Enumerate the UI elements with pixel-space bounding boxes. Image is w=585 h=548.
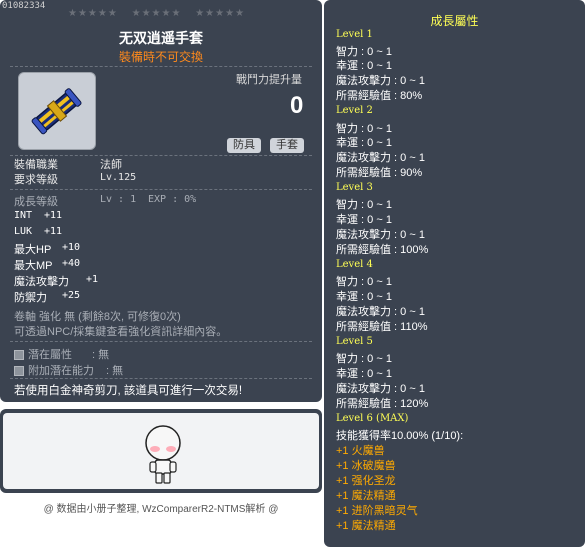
growth-level-heading: Level 4: [336, 259, 373, 270]
growth-stat-line: 所需經驗值 : 110%: [336, 321, 428, 333]
potential-value: : 無: [92, 349, 110, 361]
growth-stat-line: 魔法攻擊力 : 0 ~ 1: [336, 75, 425, 87]
item-title: 无双逍遥手套: [119, 30, 203, 46]
scroll-info: 卷軸 強化 無 (剩餘8次, 可修復0次): [14, 311, 181, 323]
growth-stat-line: 魔法攻擊力 : 0 ~ 1: [336, 152, 425, 164]
stat-name: INT: [14, 210, 33, 221]
stat-value: +11: [44, 226, 63, 237]
growth-stat-line: 所需經驗值 : 120%: [336, 398, 429, 410]
stat-name: 防禦力: [14, 292, 47, 304]
skill-bonus-line: +1 进阶黑暗灵气: [336, 505, 418, 517]
trade-warning: 裝備時不可交換: [118, 50, 203, 64]
job-label: 裝備職業: [14, 159, 58, 171]
divider: [10, 189, 312, 190]
potential-label: 潛在屬性: [28, 349, 72, 361]
stat-value: +25: [62, 290, 81, 301]
stat-name: 魔法攻擊力: [14, 276, 69, 288]
growth-stat-line: 智力 : 0 ~ 1: [336, 276, 392, 288]
divider: [10, 66, 312, 67]
skill-bonus-line: +1 魔法精通: [336, 490, 396, 502]
skill-bonus-line: +1 魔法精通: [336, 520, 396, 532]
growth-stat-line: 幸運 : 0 ~ 1: [336, 137, 392, 149]
growth-exp: EXP : 0%: [148, 194, 197, 205]
stat-name: 最大MP: [14, 260, 53, 272]
star-group: ★★★★★: [195, 8, 246, 19]
potential-row: 潛在屬性: [14, 346, 72, 362]
stat-value: +40: [62, 258, 81, 269]
skill-bonus-line: +1 火魔兽: [336, 445, 385, 457]
checkbox-icon: [14, 366, 24, 377]
star-group: ★★★★★: [68, 8, 118, 19]
power-label: 戰鬥力提升量: [236, 74, 302, 86]
glove-icon: [31, 88, 82, 135]
star-group: ★★★★★: [131, 8, 182, 19]
type-tag: 手套: [270, 138, 304, 153]
growth-stat-line: 智力 : 0 ~ 1: [336, 199, 392, 211]
skill-bonus-line: +1 冰破魔兽: [336, 460, 396, 472]
avatar-preview-panel: [0, 409, 322, 493]
bonus-potential-label: 附加潛在能力: [28, 365, 94, 377]
growth-stat-line: 所需經驗值 : 80%: [336, 90, 423, 102]
growth-stat-line: 魔法攻擊力 : 0 ~ 1: [336, 229, 425, 241]
trade-note: 若使用白金神奇剪刀, 該道具可進行一次交易!: [14, 385, 243, 397]
growth-attributes-panel: 成長屬性 Level 1 智力 : 0 ~ 1 幸運 : 0 ~ 1 魔法攻擊力…: [324, 0, 585, 547]
avatar-preview-area: [3, 413, 319, 489]
checkbox-icon: [14, 350, 24, 361]
category-tag: 防具: [227, 138, 261, 153]
data-credit: @ 数据由小册子整理, WzComparerR2-NTMS解析 @: [43, 504, 279, 515]
scroll-hint: 可透過NPC/採集鍵查看強化資訊詳細內容。: [14, 326, 228, 338]
stat-value: +1: [86, 274, 99, 285]
stat-name: 最大HP: [14, 244, 52, 256]
growth-level: Lv : 1: [100, 194, 137, 205]
growth-stat-line: 魔法攻擊力 : 0 ~ 1: [336, 383, 425, 395]
power-value: 0: [290, 92, 304, 119]
growth-max-heading: Level 6 (MAX): [336, 413, 409, 424]
bonus-potential-value: : 無: [106, 365, 124, 377]
req-level-value: Lv.125: [100, 172, 137, 183]
job-value: 法師: [100, 159, 122, 171]
item-id: 01082334: [2, 1, 46, 11]
growth-panel-title: 成長屬性: [430, 14, 479, 28]
growth-stat-line: 所需經驗值 : 90%: [336, 167, 423, 179]
growth-level-heading: Level 1: [336, 29, 373, 40]
stat-name: LUK: [14, 226, 33, 237]
growth-stat-line: 智力 : 0 ~ 1: [336, 353, 392, 365]
growth-stat-line: 幸運 : 0 ~ 1: [336, 214, 392, 226]
growth-stat-line: 幸運 : 0 ~ 1: [336, 368, 392, 380]
growth-level-heading: Level 2: [336, 105, 373, 116]
growth-stat-line: 魔法攻擊力 : 0 ~ 1: [336, 306, 425, 318]
req-level-label: 要求等級: [14, 174, 58, 186]
stat-value: +10: [62, 242, 81, 253]
growth-stat-line: 幸運 : 0 ~ 1: [336, 60, 392, 72]
divider: [10, 378, 312, 379]
item-tooltip-panel: ★★★★★ ★★★★★ ★★★★★ 无双逍遥手套 裝備時不可交換 戰鬥力提升量 …: [0, 0, 322, 402]
growth-level-heading: Level 3: [336, 182, 373, 193]
growth-label: 成長等級: [14, 196, 58, 208]
growth-stat-line: 幸運 : 0 ~ 1: [336, 291, 392, 303]
bonus-potential-row: 附加潛在能力: [14, 362, 94, 378]
item-icon: [18, 72, 96, 150]
stat-value: +11: [44, 210, 63, 221]
skill-rate-line: 技能獲得率10.00% (1/10):: [336, 430, 464, 442]
skill-bonus-line: +1 强化圣龙: [336, 475, 396, 487]
divider: [10, 341, 312, 342]
growth-stat-line: 所需經驗值 : 100%: [336, 244, 429, 256]
character-avatar-icon: [145, 425, 181, 484]
growth-level-heading: Level 5: [336, 336, 373, 347]
star-force-rating: ★★★★★ ★★★★★ ★★★★★: [68, 8, 255, 19]
